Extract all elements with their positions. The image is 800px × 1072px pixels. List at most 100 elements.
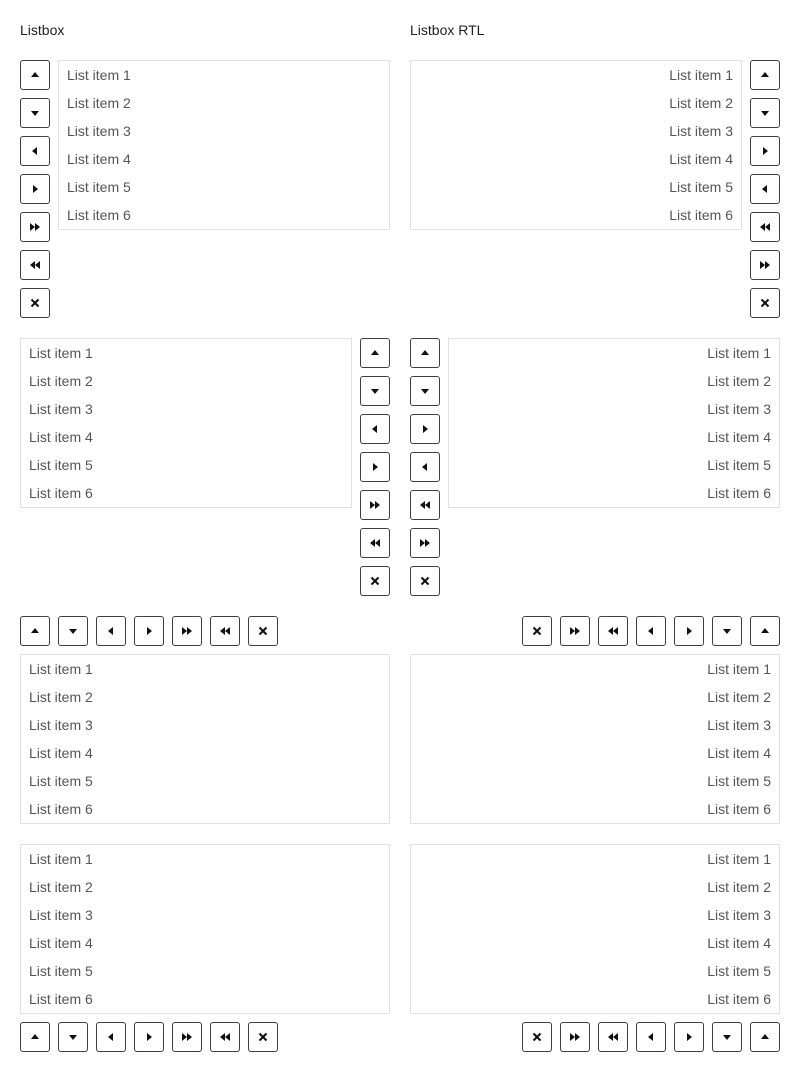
s4-rtl-move-up-button[interactable] xyxy=(750,1022,780,1052)
s3-ltr-move-up-button[interactable] xyxy=(20,616,50,646)
s3-rtl-remove-button[interactable] xyxy=(522,616,552,646)
s1-rtl-move-all-left-button[interactable] xyxy=(750,212,780,242)
list-item[interactable]: List item 1 xyxy=(21,845,389,873)
s2-ltr-move-up-button[interactable] xyxy=(360,338,390,368)
s4-ltr-remove-button[interactable] xyxy=(248,1022,278,1052)
s3-ltr-move-down-button[interactable] xyxy=(58,616,88,646)
list-item[interactable]: List item 1 xyxy=(411,61,741,89)
list-item[interactable]: List item 4 xyxy=(411,145,741,173)
list-item[interactable]: List item 4 xyxy=(411,929,779,957)
list-item[interactable]: List item 6 xyxy=(449,479,779,507)
s2-ltr-move-all-left-button[interactable] xyxy=(360,528,390,558)
list-item[interactable]: List item 5 xyxy=(449,451,779,479)
list-item[interactable]: List item 3 xyxy=(449,395,779,423)
s2-rtl-move-left-button[interactable] xyxy=(410,452,440,482)
s2-rtl-move-up-button[interactable] xyxy=(410,338,440,368)
s4-rtl-move-all-left-button[interactable] xyxy=(598,1022,628,1052)
s3-ltr-remove-button[interactable] xyxy=(248,616,278,646)
s2-ltr-move-all-right-button[interactable] xyxy=(360,490,390,520)
s1-ltr-move-all-left-button[interactable] xyxy=(20,250,50,280)
s1-rtl-move-down-button[interactable] xyxy=(750,98,780,128)
list-item[interactable]: List item 2 xyxy=(411,873,779,901)
s4-rtl-move-down-button[interactable] xyxy=(712,1022,742,1052)
s1-ltr-listbox[interactable]: List item 1 List item 2 List item 3 List it… xyxy=(58,60,390,230)
list-item[interactable]: List item 4 xyxy=(59,145,389,173)
s3-rtl-move-up-button[interactable] xyxy=(750,616,780,646)
s3-rtl-listbox[interactable]: List item 1 List item 2 List item 3 List it… xyxy=(410,654,780,824)
list-item[interactable]: List item 4 xyxy=(21,929,389,957)
list-item[interactable]: List item 3 xyxy=(21,711,389,739)
s4-ltr-move-all-left-button[interactable] xyxy=(210,1022,240,1052)
s2-rtl-move-right-button[interactable] xyxy=(410,414,440,444)
s1-rtl-listbox[interactable]: List item 1 List item 2 List item 3 List it… xyxy=(410,60,742,230)
s4-ltr-move-up-button[interactable] xyxy=(20,1022,50,1052)
s2-ltr-move-right-button[interactable] xyxy=(360,452,390,482)
s1-rtl-move-all-right-button[interactable] xyxy=(750,250,780,280)
list-item[interactable]: List item 6 xyxy=(59,201,389,229)
list-item[interactable]: List item 2 xyxy=(411,683,779,711)
s4-ltr-move-left-button[interactable] xyxy=(96,1022,126,1052)
s2-rtl-move-all-left-button[interactable] xyxy=(410,490,440,520)
list-item[interactable]: List item 5 xyxy=(21,957,389,985)
list-item[interactable]: List item 2 xyxy=(411,89,741,117)
s3-rtl-move-right-button[interactable] xyxy=(674,616,704,646)
list-item[interactable]: List item 1 xyxy=(411,655,779,683)
list-item[interactable]: List item 6 xyxy=(21,795,389,823)
list-item[interactable]: List item 6 xyxy=(411,201,741,229)
s3-rtl-move-all-right-button[interactable] xyxy=(560,616,590,646)
s4-rtl-move-left-button[interactable] xyxy=(636,1022,666,1052)
s1-rtl-remove-button[interactable] xyxy=(750,288,780,318)
list-item[interactable]: List item 3 xyxy=(411,711,779,739)
s2-rtl-listbox[interactable]: List item 1 List item 2 List item 3 List it… xyxy=(448,338,780,508)
s3-ltr-move-all-left-button[interactable] xyxy=(210,616,240,646)
s2-rtl-move-all-right-button[interactable] xyxy=(410,528,440,558)
s4-ltr-listbox[interactable]: List item 1 List item 2 List item 3 List it… xyxy=(20,844,390,1014)
s1-ltr-move-left-button[interactable] xyxy=(20,136,50,166)
s1-ltr-move-up-button[interactable] xyxy=(20,60,50,90)
s1-rtl-move-up-button[interactable] xyxy=(750,60,780,90)
list-item[interactable]: List item 4 xyxy=(21,423,351,451)
s2-ltr-listbox[interactable]: List item 1 List item 2 List item 3 List it… xyxy=(20,338,352,508)
s3-ltr-move-all-right-button[interactable] xyxy=(172,616,202,646)
s1-rtl-move-right-button[interactable] xyxy=(750,136,780,166)
list-item[interactable]: List item 5 xyxy=(411,767,779,795)
s1-rtl-move-left-button[interactable] xyxy=(750,174,780,204)
s1-ltr-move-right-button[interactable] xyxy=(20,174,50,204)
s3-ltr-move-left-button[interactable] xyxy=(96,616,126,646)
list-item[interactable]: List item 1 xyxy=(411,845,779,873)
list-item[interactable]: List item 4 xyxy=(449,423,779,451)
list-item[interactable]: List item 6 xyxy=(411,985,779,1013)
list-item[interactable]: List item 1 xyxy=(449,339,779,367)
s4-ltr-move-down-button[interactable] xyxy=(58,1022,88,1052)
list-item[interactable]: List item 1 xyxy=(59,61,389,89)
list-item[interactable]: List item 2 xyxy=(21,873,389,901)
s4-ltr-move-all-right-button[interactable] xyxy=(172,1022,202,1052)
s4-rtl-move-all-right-button[interactable] xyxy=(560,1022,590,1052)
list-item[interactable]: List item 6 xyxy=(21,985,389,1013)
s2-ltr-move-left-button[interactable] xyxy=(360,414,390,444)
s3-rtl-move-left-button[interactable] xyxy=(636,616,666,646)
list-item[interactable]: List item 2 xyxy=(449,367,779,395)
s1-ltr-remove-button[interactable] xyxy=(20,288,50,318)
list-item[interactable]: List item 5 xyxy=(59,173,389,201)
list-item[interactable]: List item 6 xyxy=(21,479,351,507)
list-item[interactable]: List item 2 xyxy=(21,367,351,395)
list-item[interactable]: List item 5 xyxy=(21,451,351,479)
list-item[interactable]: List item 3 xyxy=(411,901,779,929)
list-item[interactable]: List item 1 xyxy=(21,655,389,683)
s4-rtl-remove-button[interactable] xyxy=(522,1022,552,1052)
list-item[interactable]: List item 3 xyxy=(21,395,351,423)
s3-rtl-move-all-left-button[interactable] xyxy=(598,616,628,646)
list-item[interactable]: List item 5 xyxy=(411,173,741,201)
list-item[interactable]: List item 4 xyxy=(411,739,779,767)
s2-ltr-remove-button[interactable] xyxy=(360,566,390,596)
list-item[interactable]: List item 4 xyxy=(21,739,389,767)
s2-rtl-move-down-button[interactable] xyxy=(410,376,440,406)
list-item[interactable]: List item 5 xyxy=(21,767,389,795)
s4-ltr-move-right-button[interactable] xyxy=(134,1022,164,1052)
list-item[interactable]: List item 3 xyxy=(411,117,741,145)
s4-rtl-move-right-button[interactable] xyxy=(674,1022,704,1052)
s4-rtl-listbox[interactable]: List item 1 List item 2 List item 3 List it… xyxy=(410,844,780,1014)
list-item[interactable]: List item 6 xyxy=(411,795,779,823)
s1-ltr-move-all-right-button[interactable] xyxy=(20,212,50,242)
